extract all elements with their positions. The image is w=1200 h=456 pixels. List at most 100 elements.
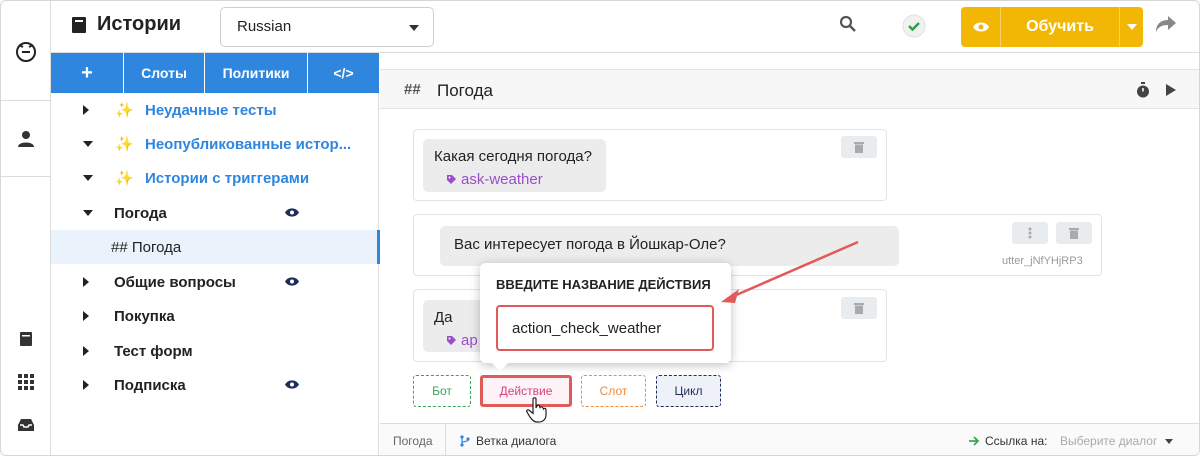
- tree-item[interactable]: Погода: [51, 196, 379, 230]
- tree-item-label: Погода: [114, 204, 167, 222]
- bot-message-text: Вас интересует погода в Йошкар-Оле?: [454, 236, 726, 253]
- story-tree: ✨ Неудачные тесты ✨ Неопубликованные ист…: [51, 93, 380, 455]
- popover-arrow: [492, 363, 508, 371]
- tree-item[interactable]: ✨ Неопубликованные истор...: [51, 127, 379, 161]
- nlu-nav[interactable]: [1, 372, 51, 392]
- sparkle-icon: ✨: [115, 102, 134, 119]
- user-icon: [18, 130, 34, 147]
- tab-slots[interactable]: Слоты: [124, 53, 205, 93]
- more-options-button[interactable]: [1012, 222, 1048, 244]
- delete-button[interactable]: [1056, 222, 1092, 244]
- play-icon[interactable]: [1165, 83, 1177, 97]
- chevron-down-icon: [83, 141, 93, 147]
- tag-icon: [447, 175, 456, 184]
- story-hash: ##: [404, 81, 421, 98]
- arrow-right-icon: [969, 436, 980, 446]
- eye-icon: [961, 7, 1001, 47]
- eye-icon[interactable]: [284, 276, 300, 287]
- search-button[interactable]: [839, 15, 857, 36]
- train-button[interactable]: Обучить: [961, 7, 1143, 47]
- top-bar: Истории Russian Обучить: [51, 1, 1199, 53]
- more-vertical-icon: [1028, 227, 1032, 239]
- tree-item[interactable]: ✨ Неудачные тесты: [51, 93, 379, 127]
- eye-icon[interactable]: [284, 207, 300, 218]
- language-select[interactable]: Russian: [220, 7, 434, 47]
- tree-item-label: Подписка: [114, 376, 186, 394]
- trash-icon: [1069, 228, 1079, 239]
- sparkle-icon: ✨: [115, 170, 134, 187]
- user-message-text: Какая сегодня погода?: [434, 148, 592, 165]
- user-message-bubble[interactable]: Какая сегодня погода? ask-weather: [423, 139, 606, 192]
- story-title[interactable]: Погода: [437, 81, 493, 101]
- chevron-right-icon: [83, 311, 89, 321]
- trash-icon: [854, 142, 864, 153]
- tree-item[interactable]: Подписка: [51, 368, 379, 402]
- intent-name: ap: [461, 332, 478, 349]
- inbox-nav[interactable]: [1, 415, 51, 435]
- chevron-right-icon: [83, 346, 89, 356]
- user-menu[interactable]: [1, 101, 51, 177]
- intent-label[interactable]: ap: [446, 332, 478, 349]
- user-message-text: Да: [434, 309, 453, 326]
- story-header: ## Погода: [380, 69, 1199, 109]
- tree-item-label: Общие вопросы: [114, 273, 236, 291]
- branch-button[interactable]: Ветка диалога: [460, 434, 556, 448]
- tree-item-label: Неопубликованные истор...: [145, 135, 352, 153]
- action-name-input[interactable]: action_check_weather: [496, 305, 714, 351]
- tree-item[interactable]: Покупка: [51, 299, 379, 333]
- chevron-down-icon: [409, 25, 419, 31]
- tab-code[interactable]: </>: [308, 53, 379, 93]
- eye-icon[interactable]: [284, 379, 300, 390]
- link-label: Ссылка на:: [969, 434, 1047, 448]
- page-title-text: Истории: [97, 13, 182, 35]
- tree-item-label: ## Погода: [111, 238, 182, 256]
- logo[interactable]: [1, 1, 51, 101]
- chevron-down-icon: [83, 175, 93, 181]
- stopwatch-icon[interactable]: [1136, 82, 1150, 98]
- search-icon: [839, 15, 856, 32]
- link-label-text: Ссылка на:: [985, 434, 1048, 448]
- chevron-right-icon: [83, 105, 89, 115]
- chevron-right-icon: [83, 380, 89, 390]
- action-name-popover: ВВЕДИТЕ НАЗВАНИЕ ДЕЙСТВИЯ action_check_w…: [480, 263, 731, 371]
- add-story-button[interactable]: +: [51, 53, 124, 93]
- left-rail: [1, 1, 51, 455]
- tab-policies[interactable]: Политики: [205, 53, 308, 93]
- annotation-arrow: [721, 240, 859, 303]
- tree-item-label: Истории с триггерами: [145, 169, 310, 187]
- add-loop-button[interactable]: Цикл: [656, 375, 721, 407]
- train-dropdown[interactable]: [1119, 7, 1143, 47]
- footer-story-name: Погода: [393, 434, 433, 448]
- hand-cursor-icon: [526, 397, 547, 423]
- user-utterance-card[interactable]: Какая сегодня погода? ask-weather: [413, 129, 887, 201]
- page-title: Истории: [71, 13, 181, 36]
- sparkle-icon: ✨: [115, 136, 134, 153]
- tree-item-label: Неудачные тесты: [145, 101, 277, 119]
- tree-item[interactable]: Тест форм: [51, 334, 379, 368]
- delete-button[interactable]: [841, 136, 877, 158]
- share-button[interactable]: [1155, 15, 1177, 36]
- link-dialog-select[interactable]: Выберите диалог: [1060, 434, 1174, 448]
- chevron-down-icon: [83, 210, 93, 216]
- utter-name: utter_jNfYHjRP3: [1002, 255, 1083, 267]
- add-slot-button[interactable]: Слот: [581, 375, 646, 407]
- book-icon: [20, 332, 32, 346]
- status-ok[interactable]: [902, 14, 926, 41]
- add-bot-button[interactable]: Бот: [413, 375, 471, 407]
- chevron-down-icon: [1165, 438, 1174, 444]
- tree-item[interactable]: Общие вопросы: [51, 265, 379, 299]
- logo-icon: [16, 41, 36, 62]
- intent-label[interactable]: ask-weather: [446, 171, 543, 188]
- book-icon: [72, 16, 86, 33]
- tree-item[interactable]: ✨ Истории с триггерами: [51, 161, 379, 195]
- grid-icon: [18, 374, 34, 390]
- tree-item-selected[interactable]: ## Погода: [51, 230, 380, 264]
- chevron-right-icon: [83, 277, 89, 287]
- tag-icon: [447, 336, 456, 345]
- app-window: Истории Russian Обучить + Слоты Политики…: [0, 0, 1200, 456]
- train-label: Обучить: [1026, 18, 1094, 35]
- stories-nav[interactable]: [1, 329, 51, 349]
- popover-heading: ВВЕДИТЕ НАЗВАНИЕ ДЕЙСТВИЯ: [496, 277, 711, 292]
- story-footer: Погода Ветка диалога Ссылка на: Выберите…: [380, 423, 1199, 455]
- chevron-down-icon: [1126, 24, 1137, 30]
